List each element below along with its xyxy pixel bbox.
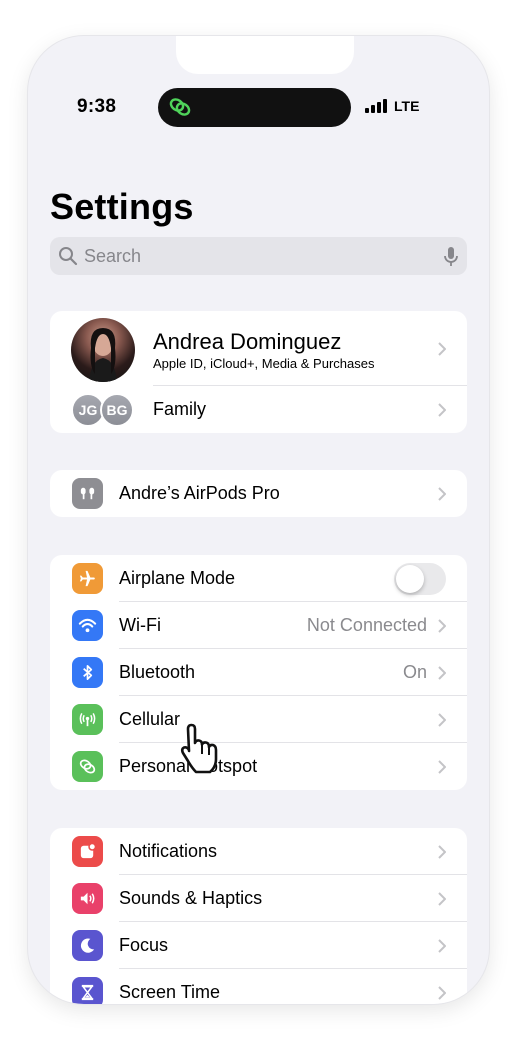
bluetooth-label: Bluetooth <box>119 662 196 682</box>
sounds-haptics-label: Sounds & Haptics <box>119 888 263 908</box>
hotspot-icon <box>72 751 103 782</box>
wifi-label: Wi-Fi <box>119 615 161 635</box>
airpods-row[interactable]: Andre’s AirPods Pro <box>50 470 467 517</box>
microphone-icon[interactable] <box>443 246 459 268</box>
personal-hotspot-label: Personal Hotspot <box>119 756 258 776</box>
wifi-icon <box>72 610 103 641</box>
cellular-icon <box>72 704 103 735</box>
cellular-row[interactable]: Cellular <box>50 696 467 743</box>
bluetooth-icon <box>72 657 103 688</box>
page-title: Settings <box>50 186 194 227</box>
avatar-photo-icon <box>89 328 117 382</box>
wifi-status: Not Connected <box>306 615 427 635</box>
airpods-icon <box>72 478 103 509</box>
dynamic-island <box>158 88 351 127</box>
avatar <box>71 318 135 382</box>
search-input[interactable] <box>84 237 424 275</box>
chevron-right-icon <box>438 713 446 727</box>
chevron-right-icon <box>438 666 446 680</box>
search-bar[interactable] <box>50 237 467 275</box>
toggle-knob <box>396 565 424 593</box>
sounds-icon <box>72 883 103 914</box>
family-label: Family <box>153 399 206 419</box>
hourglass-icon <box>72 977 103 1004</box>
notifications-label: Notifications <box>119 841 218 861</box>
airplane-mode-label: Airplane Mode <box>119 568 236 588</box>
family-badge-bg: BG <box>100 393 134 427</box>
chevron-right-icon <box>438 892 446 906</box>
wifi-row[interactable]: Wi-Fi Not Connected <box>50 602 467 649</box>
screen-time-row[interactable]: Screen Time <box>50 969 467 1004</box>
airplane-mode-row[interactable]: Airplane Mode <box>50 555 467 602</box>
sounds-haptics-row[interactable]: Sounds & Haptics <box>50 875 467 922</box>
focus-label: Focus <box>119 935 169 955</box>
chevron-right-icon <box>438 487 446 501</box>
bluetooth-row[interactable]: Bluetooth On <box>50 649 467 696</box>
phone-frame: 9:38 LTE Settings Search Andrea Domingue… <box>28 36 489 1004</box>
cellular-label: Cellular <box>119 709 181 729</box>
chevron-right-icon <box>438 342 446 356</box>
airplane-mode-toggle[interactable] <box>394 563 446 595</box>
apple-id-row[interactable]: Andrea Dominguez Apple ID, iCloud+, Medi… <box>50 311 467 386</box>
focus-icon <box>72 930 103 961</box>
status-time: 9:38 <box>77 96 117 117</box>
airplane-icon <box>72 563 103 594</box>
airpods-group: Andre’s AirPods Pro <box>50 470 467 517</box>
screen-time-label: Screen Time <box>119 982 221 1002</box>
chevron-right-icon <box>438 760 446 774</box>
device-notch <box>176 36 354 74</box>
notifications-row[interactable]: Notifications <box>50 828 467 875</box>
airpods-label: Andre’s AirPods Pro <box>119 483 280 503</box>
chevron-right-icon <box>438 845 446 859</box>
notifications-group: Notifications Sounds & Haptics Focus Scr… <box>50 828 467 1004</box>
profile-name: Andrea Dominguez <box>153 329 342 354</box>
status-indicators: LTE <box>365 98 419 114</box>
family-row[interactable]: JG BG Family <box>50 386 467 433</box>
profile-subtitle: Apple ID, iCloud+, Media & Purchases <box>153 356 375 371</box>
bluetooth-status: On <box>402 662 427 682</box>
chevron-right-icon <box>438 403 446 417</box>
search-icon <box>59 247 78 266</box>
signal-icon <box>365 99 387 113</box>
hotspot-link-icon <box>169 98 191 116</box>
profile-group: Andrea Dominguez Apple ID, iCloud+, Medi… <box>50 311 467 433</box>
focus-row[interactable]: Focus <box>50 922 467 969</box>
chevron-right-icon <box>438 939 446 953</box>
chevron-right-icon <box>438 986 446 1000</box>
chevron-right-icon <box>438 619 446 633</box>
personal-hotspot-row[interactable]: Personal Hotspot <box>50 743 467 790</box>
notifications-icon <box>72 836 103 867</box>
network-type: LTE <box>394 98 420 114</box>
connectivity-group: Airplane Mode Wi-Fi Not Connected Blueto… <box>50 555 467 790</box>
